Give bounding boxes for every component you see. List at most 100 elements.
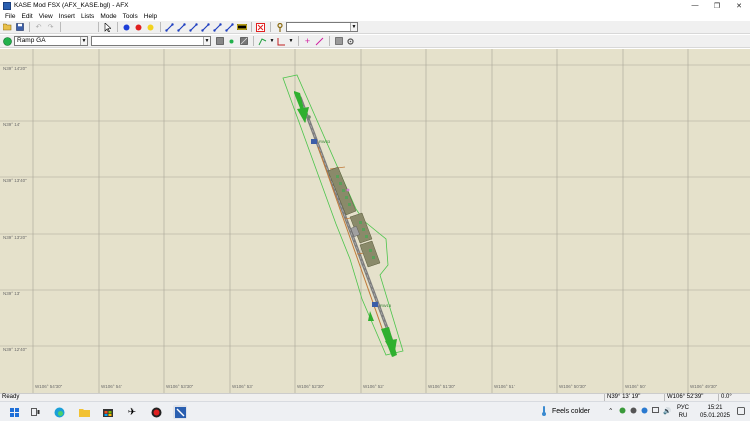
- file-explorer-icon[interactable]: [77, 405, 91, 419]
- minimize-button[interactable]: —: [684, 0, 706, 11]
- diagonal-box-icon[interactable]: [238, 36, 249, 47]
- lon-label: W106° 54'30": [35, 384, 63, 389]
- secondary-combo[interactable]: ▼: [91, 36, 211, 46]
- parking-type-combo[interactable]: Ramp GA ▼: [14, 36, 88, 46]
- maximize-button[interactable]: ❐: [706, 0, 728, 11]
- edge-browser-icon[interactable]: [52, 405, 66, 419]
- object-toolbar: Ramp GA ▼ ▼ ▼ ▼ +: [0, 35, 750, 48]
- link-tool-icon[interactable]: [176, 22, 187, 33]
- grid-lines: [0, 49, 750, 393]
- gear-icon[interactable]: [345, 36, 356, 47]
- link-tool-icon[interactable]: [200, 22, 211, 33]
- weather-widget[interactable]: Feels colder: [540, 406, 590, 416]
- lon-label: W106° 52'30": [297, 384, 325, 389]
- redo-icon[interactable]: ↷: [45, 22, 56, 33]
- menu-help[interactable]: Help: [141, 13, 160, 20]
- toolbar-separator: [270, 22, 271, 32]
- toolbar-separator: [298, 36, 299, 46]
- parking-type-value: Ramp GA: [17, 37, 46, 44]
- menu-file[interactable]: File: [2, 13, 18, 20]
- map-canvas[interactable]: N39° 14'20" N39° 14' N39° 13'40" N39° 13…: [0, 49, 750, 393]
- close-button[interactable]: ✕: [728, 0, 750, 11]
- lon-label: W106° 50': [625, 384, 646, 389]
- network-app-icon[interactable]: [619, 407, 626, 416]
- record-icon[interactable]: [149, 405, 163, 419]
- menu-lists[interactable]: Lists: [78, 13, 97, 20]
- status-longitude: W106° 52'39": [664, 394, 718, 401]
- lat-label: N39° 14'20": [3, 66, 27, 71]
- language-indicator[interactable]: РУС RU: [676, 404, 690, 420]
- main-toolbar: ↶ ↷ ▼: [0, 21, 750, 34]
- delete-icon[interactable]: [255, 22, 266, 33]
- app-window: KASE Mod FSX (AFX_KASE.bgl) - AFX — ❐ ✕ …: [0, 0, 750, 421]
- runway-marker-south[interactable]: [372, 302, 378, 307]
- menu-insert[interactable]: Insert: [56, 13, 78, 20]
- status-latitude: N39° 13' 19": [604, 394, 664, 401]
- add-node-icon[interactable]: +: [302, 36, 313, 47]
- flight-sim-icon[interactable]: ✈: [125, 405, 139, 419]
- security-icon[interactable]: [641, 407, 648, 416]
- link-tool-icon[interactable]: [224, 22, 235, 33]
- chevron-down-icon[interactable]: ▼: [269, 36, 275, 47]
- tray-chevron-icon[interactable]: ⌃: [608, 407, 613, 415]
- lon-label: W106° 53'30": [166, 384, 194, 389]
- runway-label-north: RW33: [319, 139, 331, 144]
- chevron-down-icon[interactable]: ▼: [288, 36, 294, 47]
- chevron-down-icon[interactable]: ▼: [80, 37, 87, 45]
- node-marker[interactable]: [346, 188, 350, 192]
- chevron-down-icon[interactable]: ▼: [350, 23, 357, 31]
- menu-bar: File Edit View Insert Lists Mode Tools H…: [0, 11, 750, 21]
- lat-label: N39° 13'20": [3, 235, 27, 240]
- pointer-icon[interactable]: [102, 22, 113, 33]
- link-tool-icon[interactable]: [188, 22, 199, 33]
- toolbar-separator: [29, 22, 30, 32]
- toolbar-separator: [98, 22, 99, 32]
- yellow-point-icon[interactable]: [145, 22, 156, 33]
- menu-mode[interactable]: Mode: [97, 13, 119, 20]
- blue-point-icon[interactable]: [121, 22, 132, 33]
- toolbar-blank: [64, 22, 94, 33]
- draw-path-icon[interactable]: [257, 36, 268, 47]
- volume-icon[interactable]: 🔊: [663, 407, 671, 415]
- lang-bottom: RU: [678, 413, 688, 419]
- lat-label: N39° 14': [3, 122, 20, 127]
- clock[interactable]: 15:21 05.01.2025: [698, 404, 732, 420]
- red-point-icon[interactable]: [133, 22, 144, 33]
- link-tool-icon[interactable]: [164, 22, 175, 33]
- menu-edit[interactable]: Edit: [18, 13, 35, 20]
- node-marker[interactable]: [307, 115, 311, 119]
- toolbar-separator: [117, 22, 118, 32]
- search-combo[interactable]: ▼: [286, 22, 358, 32]
- notification-icon[interactable]: [737, 407, 745, 417]
- windows-start-icon[interactable]: [7, 405, 21, 419]
- task-view-icon[interactable]: [28, 405, 42, 419]
- menu-tools[interactable]: Tools: [120, 13, 141, 20]
- undo-icon[interactable]: ↶: [33, 22, 44, 33]
- taskbar: ✈ Feels colder ⌃ 🔊 РУС RU 15:21 05.01.20…: [0, 401, 750, 421]
- taxi-sign-icon[interactable]: [236, 22, 247, 33]
- lat-label: N39° 13'40": [3, 178, 27, 183]
- store-icon[interactable]: [101, 405, 115, 419]
- layer-icon[interactable]: [333, 36, 344, 47]
- open-icon[interactable]: [2, 22, 13, 33]
- menu-view[interactable]: View: [36, 13, 56, 20]
- toolbar-separator: [329, 36, 330, 46]
- green-dot-icon[interactable]: [226, 36, 237, 47]
- afx-app-icon[interactable]: [173, 405, 187, 419]
- gray-square-icon[interactable]: [214, 36, 225, 47]
- tray-box-icon[interactable]: [652, 407, 659, 415]
- save-icon[interactable]: [14, 22, 25, 33]
- key-icon[interactable]: [274, 22, 285, 33]
- lat-label: N39° 13': [3, 291, 20, 296]
- link-tool-icon[interactable]: [212, 22, 223, 33]
- chevron-down-icon[interactable]: ▼: [203, 37, 210, 45]
- longitude-labels: W106° 54'30" W106° 54' W106° 53'30" W106…: [35, 384, 718, 389]
- lon-label: W106° 49'30": [690, 384, 718, 389]
- map-drawing[interactable]: N39° 14'20" N39° 14' N39° 13'40" N39° 13…: [0, 49, 750, 393]
- latitude-labels: N39° 14'20" N39° 14' N39° 13'40" N39° 13…: [3, 66, 27, 352]
- tray-app-icon[interactable]: [630, 407, 637, 416]
- angle-tool-icon[interactable]: [276, 36, 287, 47]
- measure-icon[interactable]: [314, 36, 325, 47]
- clock-date: 05.01.2025: [699, 413, 731, 419]
- runway-marker-north[interactable]: [311, 139, 317, 144]
